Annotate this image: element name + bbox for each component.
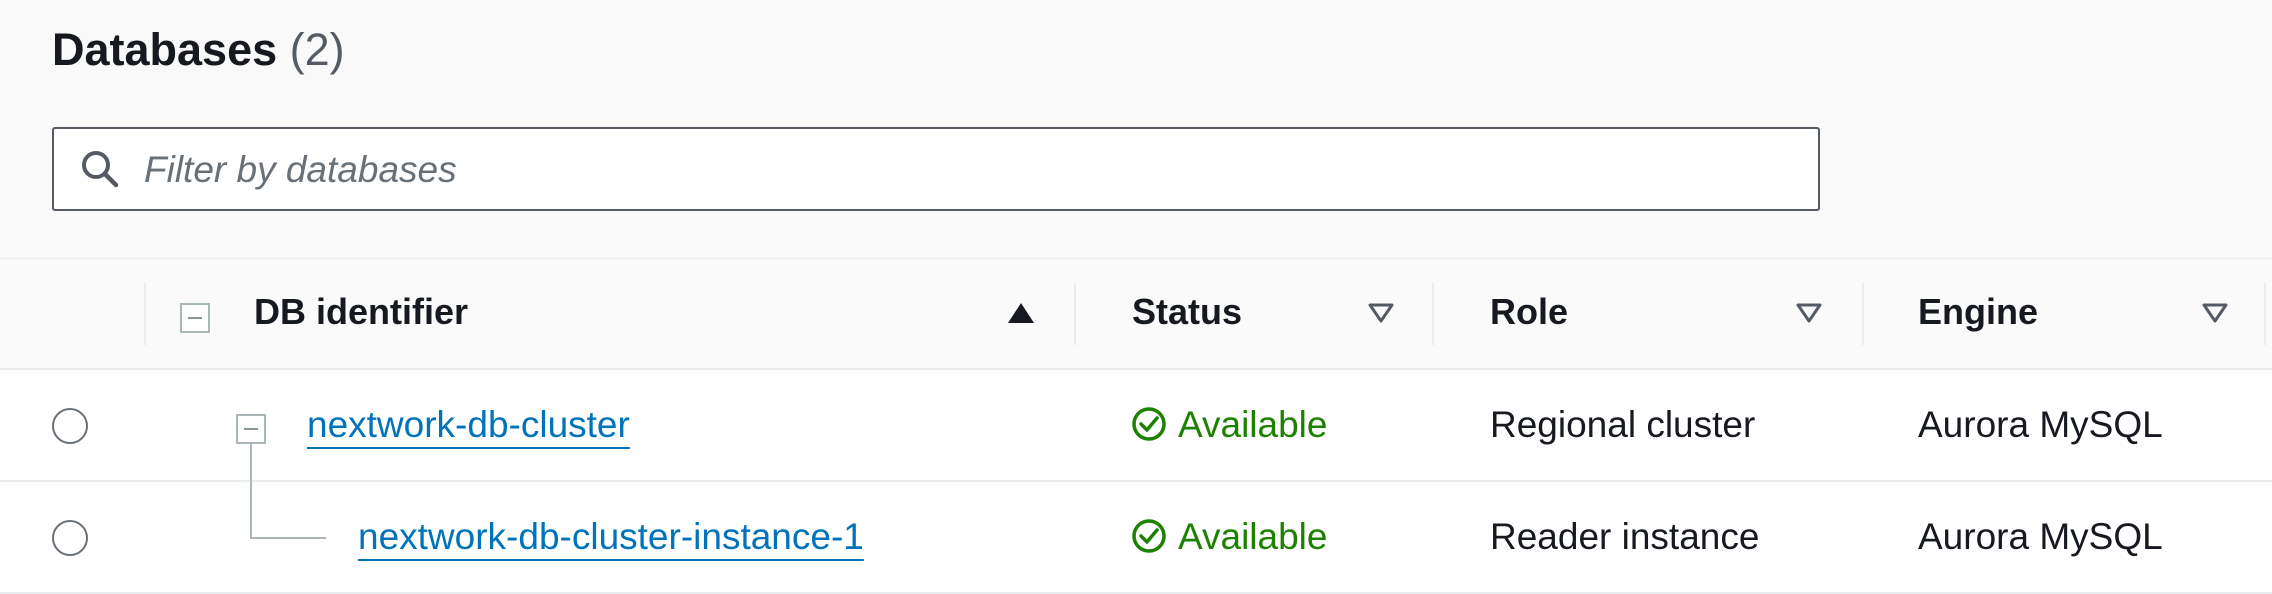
column-header-engine[interactable]: Engine [1864,259,2264,369]
role-cell: Reader instance [1490,516,1760,557]
db-identifier-link[interactable]: nextwork-db-cluster [307,404,630,446]
db-identifier-link[interactable]: nextwork-db-cluster-instance-1 [358,516,864,558]
search-input[interactable] [142,139,1796,201]
table-header-area: Databases (2) [0,0,2272,258]
collapse-icon[interactable] [236,414,266,444]
column-header-db-identifier[interactable]: DB identifier [146,259,1074,369]
column-divider [2264,283,2266,345]
row-select-radio[interactable] [52,408,88,444]
status-cell: Available [1130,404,1327,446]
search-icon [82,151,119,188]
column-header-role[interactable]: Role [1434,259,1862,369]
column-label-db-identifier: DB identifier [254,291,469,332]
column-label-status: Status [1132,291,1243,332]
tree-connector [250,537,326,539]
column-header-status[interactable]: Status [1076,259,1432,369]
engine-cell: Aurora MySQL [1918,516,2163,557]
title-count: (2) [289,24,345,75]
status-text: Available [1178,404,1328,445]
check-circle-icon [1132,519,1166,553]
tree-connector [250,444,252,482]
role-cell: Regional cluster [1490,404,1756,445]
table-row[interactable]: nextwork-db-cluster-instance-1 Available… [0,482,2272,594]
table-header-row: DB identifier Status Role Engine [0,258,2272,370]
search-field[interactable] [52,127,1820,211]
sort-ascending-icon[interactable] [1006,299,1036,327]
sort-icon[interactable] [2200,299,2230,327]
page-title: Databases (2) [52,22,345,78]
collapse-all-icon[interactable] [180,303,210,333]
status-cell: Available [1130,516,1327,558]
title-text: Databases [52,24,278,75]
status-text: Available [1178,516,1328,557]
row-select-radio[interactable] [52,520,88,556]
check-circle-icon [1132,407,1166,441]
sort-icon[interactable] [1794,299,1824,327]
tree-connector [250,482,252,538]
column-label-engine: Engine [1918,291,2039,332]
engine-cell: Aurora MySQL [1918,404,2163,445]
sort-icon[interactable] [1366,299,1396,327]
column-label-role: Role [1490,291,1569,332]
table-row[interactable]: nextwork-db-cluster Available Regional c… [0,370,2272,482]
